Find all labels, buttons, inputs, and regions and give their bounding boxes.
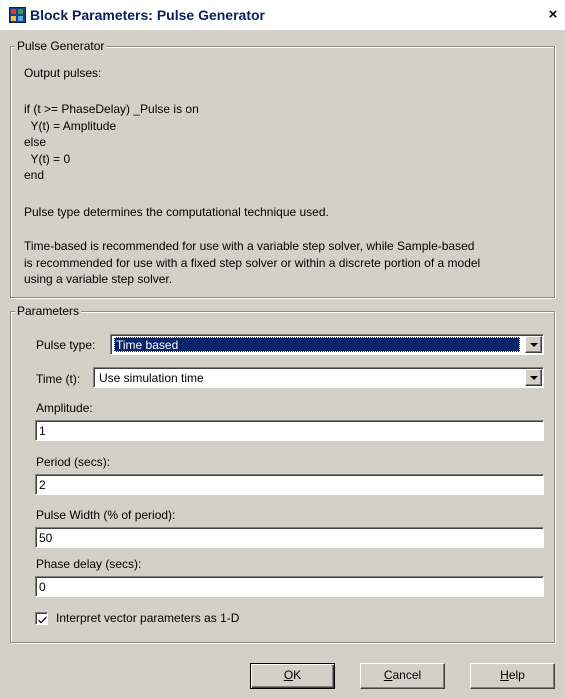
window-title: Block Parameters: Pulse Generator — [30, 7, 265, 23]
pulse-type-select[interactable]: Time based — [110, 334, 544, 355]
help-label-rest: elp — [508, 668, 525, 682]
pulse-width-input[interactable]: 50 — [35, 527, 544, 548]
group-legend: Parameters — [15, 304, 82, 318]
description-line: Y(t) = 0 — [24, 152, 71, 166]
ok-button[interactable]: OK — [250, 663, 335, 689]
simulink-block-icon — [9, 7, 26, 23]
pulse-width-label: Pulse Width (% of period): — [36, 508, 176, 522]
phase-delay-label: Phase delay (secs): — [36, 557, 142, 571]
pulse-generator-description-group: Pulse Generator Output pulses: if (t >= … — [10, 39, 555, 298]
description-line: Output pulses: — [24, 66, 102, 80]
group-legend: Pulse Generator — [15, 39, 107, 53]
amplitude-label: Amplitude: — [36, 401, 93, 415]
time-label: Time (t): — [36, 372, 81, 386]
description-line: Y(t) = Amplitude — [24, 119, 117, 133]
interpret-vector-checkbox[interactable] — [35, 612, 48, 625]
cancel-button[interactable]: Cancel — [360, 663, 445, 689]
time-value: Use simulation time — [99, 371, 204, 385]
help-mnemonic: H — [500, 668, 509, 682]
time-select[interactable]: Use simulation time — [93, 367, 544, 388]
amplitude-input[interactable]: 1 — [35, 420, 544, 441]
description-line: if (t >= PhaseDelay) _Pulse is on — [24, 102, 199, 116]
close-icon[interactable]: × — [545, 7, 561, 23]
ok-mnemonic: O — [283, 668, 294, 682]
interpret-vector-label: Interpret vector parameters as 1-D — [56, 611, 240, 625]
chevron-down-icon[interactable] — [525, 336, 542, 353]
period-label: Period (secs): — [36, 455, 111, 469]
cancel-label-rest: ancel — [392, 668, 422, 682]
period-input[interactable]: 2 — [35, 474, 544, 495]
phase-delay-input[interactable]: 0 — [35, 576, 544, 597]
description-line: else — [24, 135, 47, 149]
title-bar[interactable]: Block Parameters: Pulse Generator × — [0, 0, 565, 30]
ok-label-rest: K — [293, 668, 302, 682]
description-line: Pulse type determines the computational … — [24, 205, 329, 219]
description-line: using a variable step solver. — [24, 272, 173, 286]
description-line: Time-based is recommended for use with a… — [24, 239, 475, 253]
block-parameters-dialog: Block Parameters: Pulse Generator × Puls… — [0, 0, 565, 698]
description-line: is recommended for use with a fixed step… — [24, 256, 481, 270]
pulse-type-label: Pulse type: — [36, 338, 96, 352]
pulse-type-value: Time based — [114, 337, 520, 352]
help-button[interactable]: Help — [470, 663, 555, 689]
chevron-down-icon[interactable] — [525, 369, 542, 386]
description-line: end — [24, 168, 45, 182]
checkmark-icon — [38, 616, 47, 624]
